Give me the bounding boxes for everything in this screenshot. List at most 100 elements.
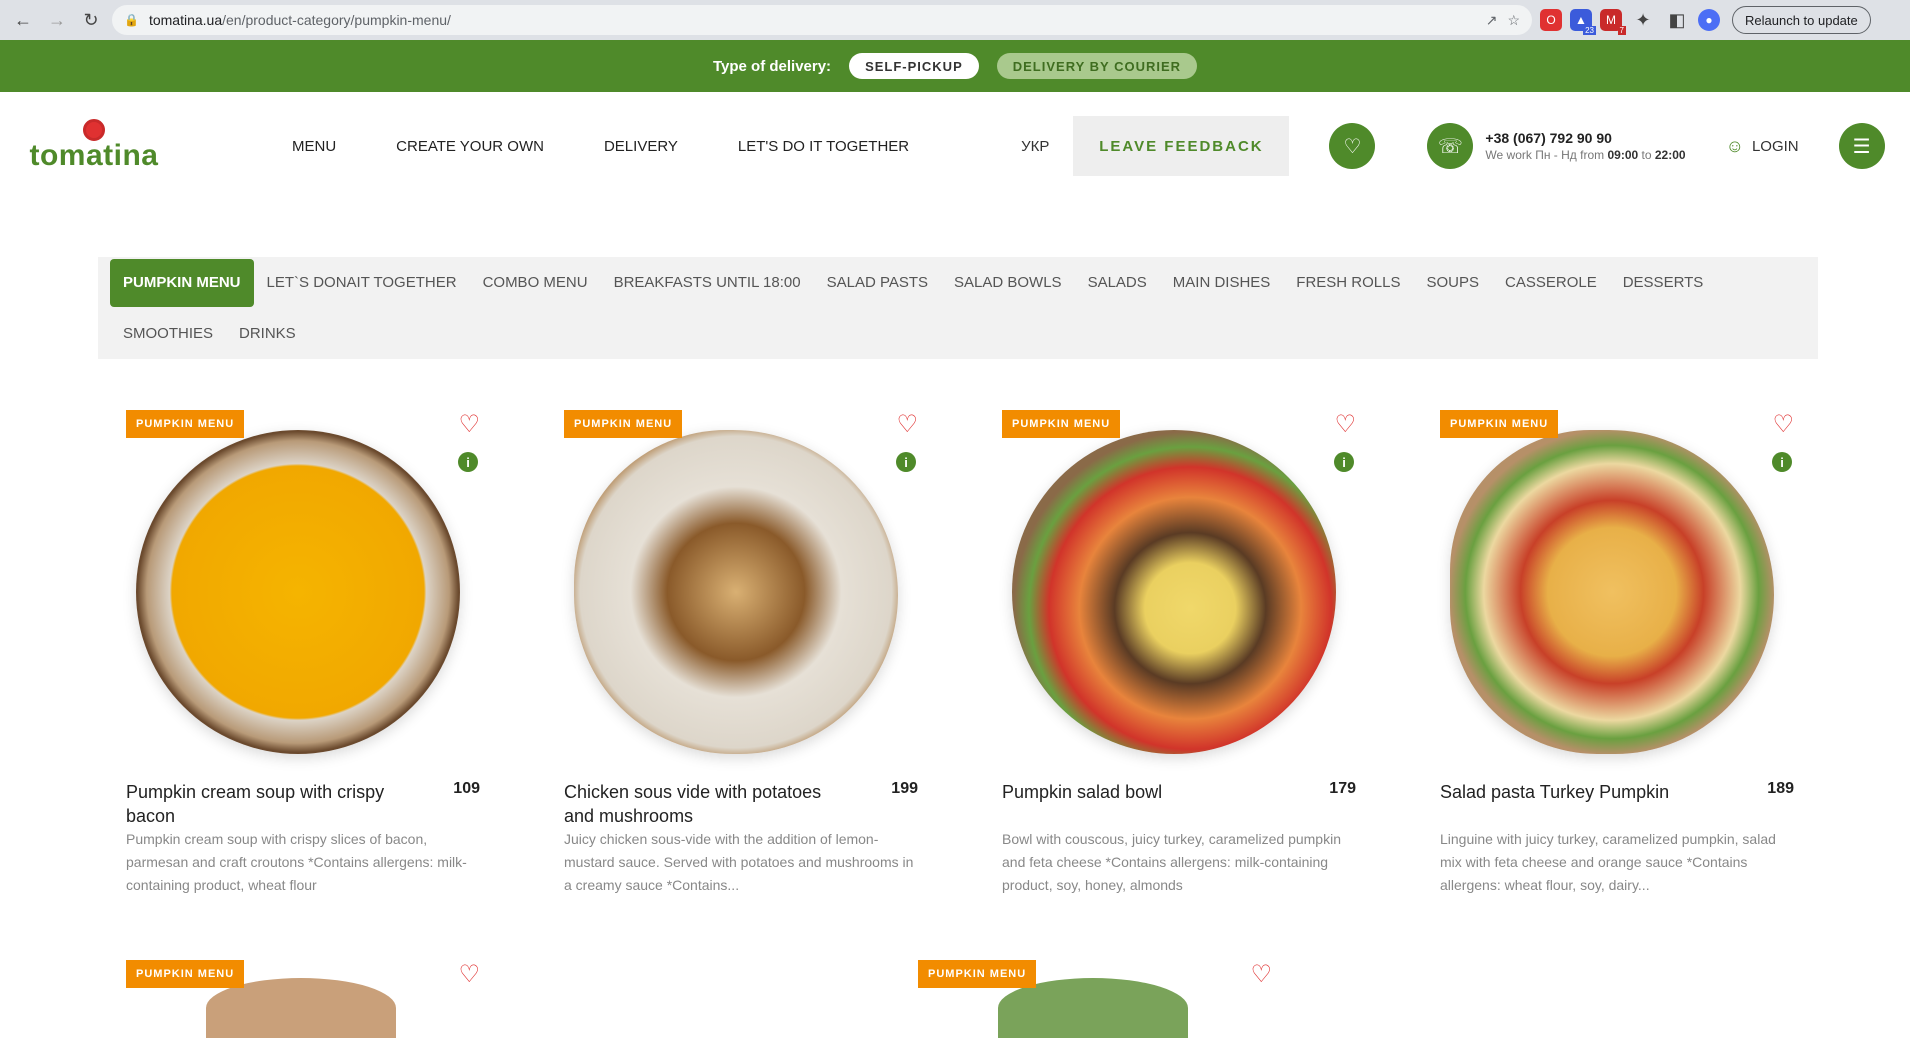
product-image[interactable] [1012, 430, 1336, 754]
site-header: tomatina MENU CREATE YOUR OWN DELIVERY L… [0, 92, 1910, 200]
tab-breakfasts[interactable]: BREAKFASTS UNTIL 18:00 [601, 259, 814, 307]
self-pickup-option[interactable]: SELF-PICKUP [849, 53, 979, 79]
nav-delivery[interactable]: DELIVERY [604, 138, 678, 155]
product-card[interactable]: PUMPKIN MENU ♡ i Salad pasta Turkey Pump… [1440, 410, 1794, 893]
reload-icon[interactable]: ↻ [78, 7, 104, 33]
favorite-heart-icon[interactable]: ♡ [1250, 960, 1272, 989]
product-grid-row-2: PUMPKIN MENU ♡ PUMPKIN MENU ♡ [126, 960, 1272, 1038]
favorite-heart-icon[interactable]: ♡ [1772, 410, 1794, 439]
share-icon[interactable]: ↗ [1486, 12, 1498, 29]
delivery-type-bar: Type of delivery: SELF-PICKUP DELIVERY B… [0, 40, 1910, 92]
category-tabs: PUMPKIN MENU LET`S DONAIT TOGETHER COMBO… [98, 257, 1818, 359]
contact-info: +38 (067) 792 90 90 We work Пн - Нд from… [1485, 130, 1685, 162]
favorite-heart-icon[interactable]: ♡ [896, 410, 918, 439]
url-host: tomatina.ua [148, 12, 223, 28]
category-badge: PUMPKIN MENU [126, 410, 245, 438]
nav-create-your-own[interactable]: CREATE YOUR OWN [396, 138, 544, 155]
extension-badge-count: 23 [1583, 26, 1596, 35]
favorite-heart-icon[interactable]: ♡ [458, 960, 480, 989]
back-icon[interactable]: ← [10, 7, 36, 33]
hamburger-icon: ☰ [1852, 135, 1871, 158]
product-description: Juicy chicken sous-vide with the additio… [564, 831, 914, 893]
relaunch-button[interactable]: Relaunch to update [1732, 6, 1871, 34]
product-image[interactable] [574, 430, 898, 754]
product-description: Linguine with juicy turkey, caramelized … [1440, 831, 1776, 893]
product-description: Pumpkin cream soup with crispy slices of… [126, 831, 467, 893]
info-icon[interactable]: i [1772, 452, 1792, 472]
product-card[interactable]: PUMPKIN MENU ♡ i Pumpkin salad bowl 179 … [1002, 410, 1356, 893]
lock-icon: 🔒 [124, 13, 139, 27]
profile-avatar-icon[interactable]: ● [1698, 9, 1720, 31]
phone-number[interactable]: +38 (067) 792 90 90 [1485, 130, 1685, 146]
leave-feedback-button[interactable]: LEAVE FEEDBACK [1073, 116, 1290, 176]
product-card[interactable]: PUMPKIN MENU ♡ [918, 960, 1272, 1038]
category-badge: PUMPKIN MENU [1002, 410, 1121, 438]
favorite-heart-icon[interactable]: ♡ [458, 410, 480, 439]
category-badge: PUMPKIN MENU [918, 960, 1037, 988]
info-icon[interactable]: i [896, 452, 916, 472]
tab-desserts[interactable]: DESSERTS [1610, 259, 1717, 307]
logo[interactable]: tomatina [24, 119, 164, 173]
puzzle-extensions-icon[interactable]: ✦ [1630, 7, 1656, 33]
language-switch[interactable]: УКР [1021, 138, 1049, 155]
working-hours: We work Пн - Нд from 09:00 to 22:00 [1485, 148, 1686, 162]
delivery-type-label: Type of delivery: [712, 57, 832, 75]
product-price: 179 [1329, 780, 1356, 797]
login-link[interactable]: ☺ LOGIN [1726, 136, 1799, 157]
logo-text: tomatina [29, 139, 159, 172]
product-description: Bowl with couscous, juicy turkey, carame… [1002, 831, 1341, 893]
favorite-heart-icon[interactable]: ♡ [1334, 410, 1356, 439]
tab-casserole[interactable]: CASSEROLE [1492, 259, 1610, 307]
product-title[interactable]: Pumpkin cream soup with crispy bacon [126, 780, 416, 828]
forward-icon[interactable]: → [44, 7, 70, 33]
login-label: LOGIN [1751, 137, 1799, 155]
category-badge: PUMPKIN MENU [1440, 410, 1559, 438]
nav-menu[interactable]: MENU [292, 138, 336, 155]
product-card[interactable]: PUMPKIN MENU ♡ i Pumpkin cream soup with… [126, 410, 480, 893]
mail-badge-count: 7 [1617, 26, 1626, 35]
tab-salad-pasts[interactable]: SALAD PASTS [814, 259, 941, 307]
category-badge: PUMPKIN MENU [126, 960, 245, 988]
side-panel-icon[interactable]: ◧ [1664, 7, 1690, 33]
tab-salads[interactable]: SALADS [1075, 259, 1160, 307]
favorites-button[interactable]: ♡ [1329, 123, 1376, 169]
menu-button[interactable]: ☰ [1838, 123, 1885, 169]
category-badge: PUMPKIN MENU [564, 410, 683, 438]
info-icon[interactable]: i [1334, 452, 1354, 472]
tab-combo-menu[interactable]: COMBO MENU [470, 259, 601, 307]
nav-lets-do-it-together[interactable]: LET'S DO IT TOGETHER [738, 138, 909, 155]
tab-salad-bowls[interactable]: SALAD BOWLS [941, 259, 1075, 307]
courier-delivery-option[interactable]: DELIVERY BY COURIER [996, 53, 1198, 79]
tomato-logo-icon [83, 119, 105, 141]
tab-main-dishes[interactable]: MAIN DISHES [1160, 259, 1284, 307]
extension-badge-icon[interactable]: ▲ 23 [1570, 9, 1596, 35]
product-title[interactable]: Chicken sous vide with potatoes and mush… [564, 780, 854, 828]
product-title[interactable]: Salad pasta Turkey Pumpkin [1440, 780, 1730, 804]
bookmark-star-icon[interactable]: ☆ [1507, 12, 1520, 29]
mail-extension-icon[interactable]: M7 [1600, 9, 1626, 35]
tab-pumpkin-menu[interactable]: PUMPKIN MENU [110, 258, 254, 307]
user-icon: ☺ [1725, 135, 1744, 156]
product-price: 199 [891, 780, 918, 797]
tab-soups[interactable]: SOUPS [1414, 259, 1493, 307]
browser-toolbar: ← → ↻ 🔒 tomatina.ua/en/product-category/… [0, 0, 1910, 40]
address-bar[interactable]: 🔒 tomatina.ua/en/product-category/pumpki… [112, 5, 1532, 35]
url-path: /en/product-category/pumpkin-menu/ [222, 12, 451, 28]
phone-icon: ☏ [1437, 135, 1463, 158]
tab-smoothies[interactable]: SMOOTHIES [110, 310, 226, 358]
opera-extension-icon[interactable]: O [1540, 9, 1562, 31]
product-price: 109 [453, 780, 480, 797]
product-price: 189 [1767, 780, 1794, 797]
tab-fresh-rolls[interactable]: FRESH ROLLS [1283, 259, 1413, 307]
heart-icon: ♡ [1343, 135, 1362, 158]
phone-button[interactable]: ☏ [1427, 123, 1474, 169]
product-title[interactable]: Pumpkin salad bowl [1002, 780, 1292, 804]
product-card[interactable]: PUMPKIN MENU ♡ i Chicken sous vide with … [564, 410, 918, 893]
tab-lets-donait-together[interactable]: LET`S DONAIT TOGETHER [254, 259, 470, 307]
product-card[interactable]: PUMPKIN MENU ♡ [126, 960, 480, 1038]
info-icon[interactable]: i [458, 452, 478, 472]
product-image[interactable] [136, 430, 460, 754]
main-nav: MENU CREATE YOUR OWN DELIVERY LET'S DO I… [292, 138, 909, 155]
product-image[interactable] [1450, 430, 1774, 754]
tab-drinks[interactable]: DRINKS [226, 310, 309, 358]
